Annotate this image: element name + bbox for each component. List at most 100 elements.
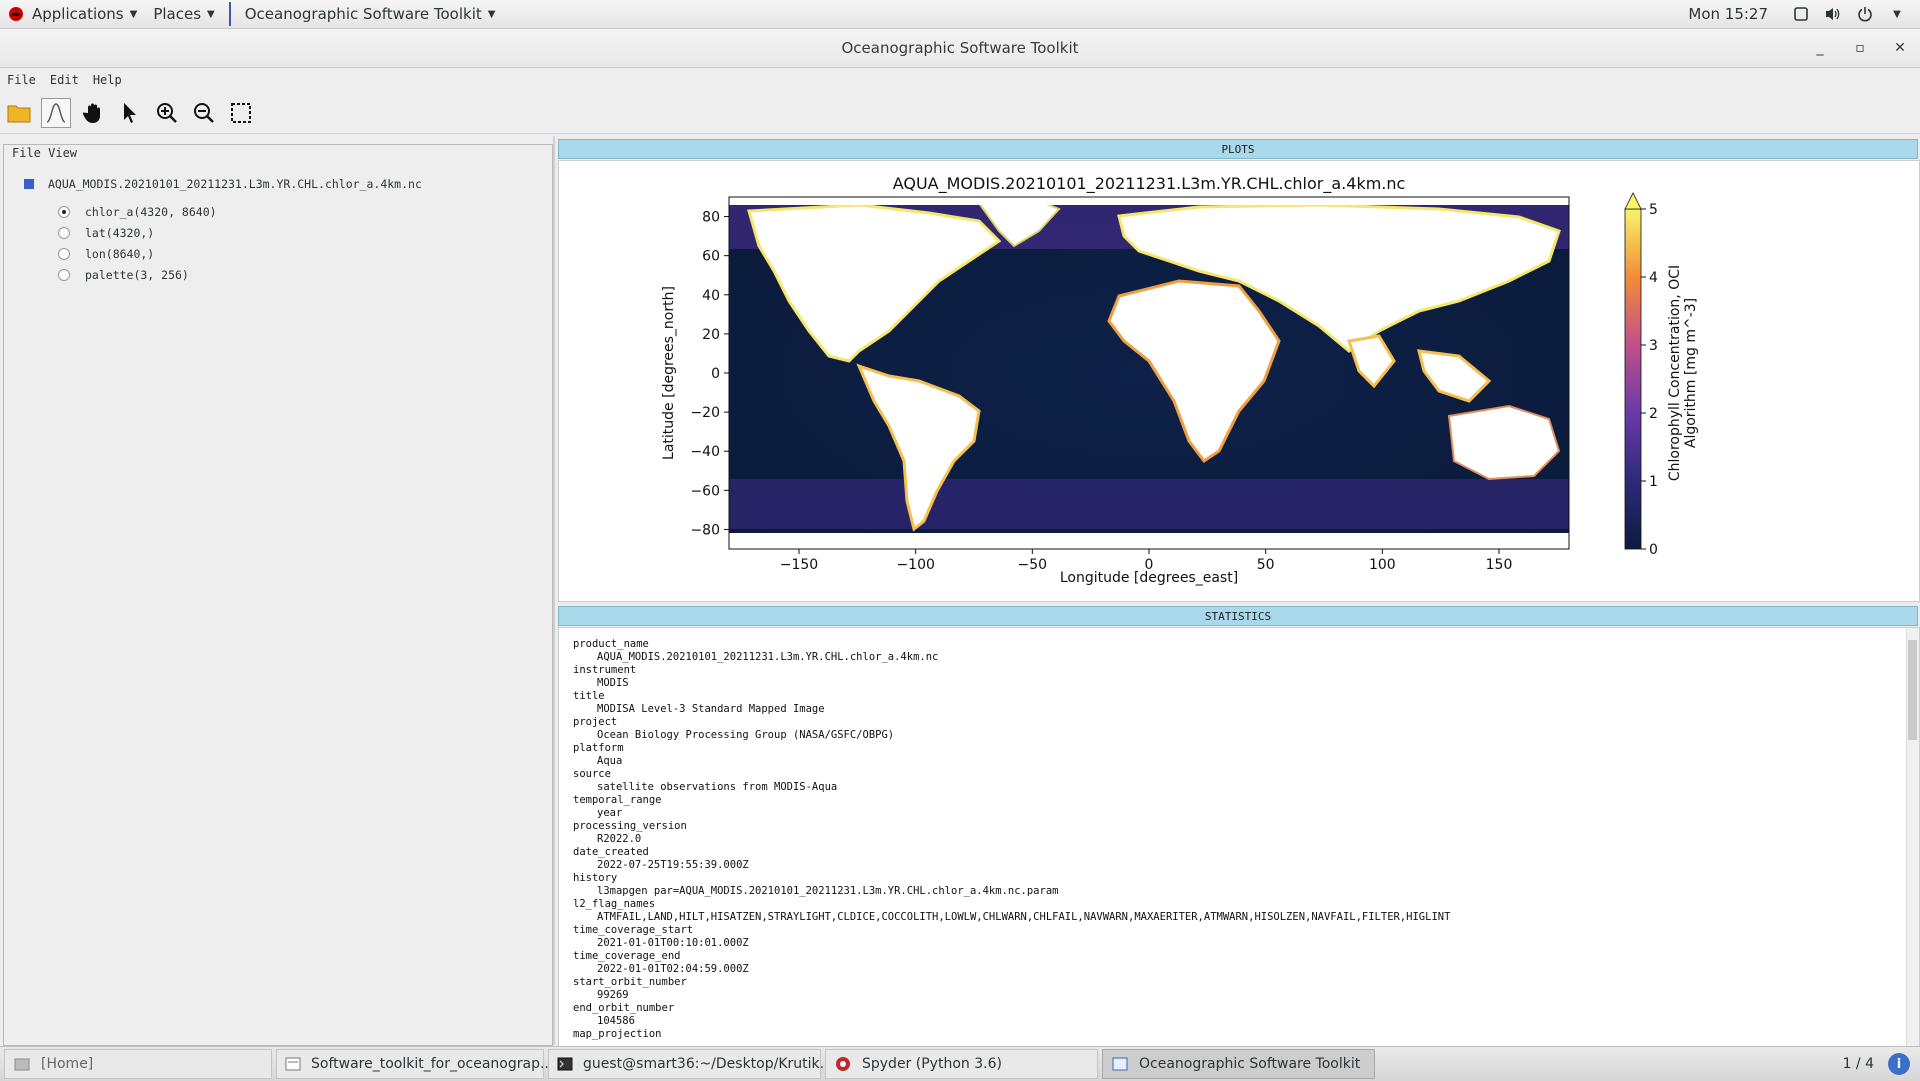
stat-key: map_projection xyxy=(573,1028,662,1040)
zoom-in-icon[interactable] xyxy=(152,98,182,128)
radio-button[interactable] xyxy=(58,227,70,239)
colorbar-ticks: 5 4 3 2 1 0 xyxy=(1641,202,1658,558)
workspace-pager[interactable]: 1 / 4 xyxy=(1843,1056,1874,1072)
y-tick-label: 80 xyxy=(702,210,720,226)
chlorophyll-map-plot[interactable]: AQUA_MODIS.20210101_20211231.L3m.YR.CHL.… xyxy=(559,161,1919,601)
stat-value: l3mapgen par=AQUA_MODIS.20210101_2021123… xyxy=(597,885,1059,897)
stat-value: MODISA Level-3 Standard Mapped Image xyxy=(597,703,825,715)
stat-value: 2022-07-25T19:55:39.000Z xyxy=(597,859,749,871)
variable-label: lon(8640,) xyxy=(85,247,155,261)
colorbar-tick-label: 5 xyxy=(1649,202,1658,218)
volume-icon[interactable] xyxy=(1824,5,1842,23)
y-axis-label: Latitude [degrees_north] xyxy=(661,286,677,460)
minimize-icon[interactable]: _ xyxy=(1812,40,1828,56)
zoom-out-icon[interactable] xyxy=(189,98,219,128)
stat-key: source xyxy=(573,768,611,780)
open-folder-icon[interactable] xyxy=(4,98,34,128)
chevron-down-icon[interactable]: ▼ xyxy=(1888,5,1906,23)
select-box-icon[interactable] xyxy=(226,98,256,128)
stat-key: end_orbit_number xyxy=(573,1002,675,1014)
file-view-panel: File View AQUA_MODIS.20210101_20211231.L… xyxy=(0,136,555,1046)
pan-hand-icon[interactable] xyxy=(78,98,108,128)
clock[interactable]: Mon 15:27 xyxy=(1688,5,1768,23)
app-menu[interactable]: Oceanographic Software Toolkit ▼ xyxy=(237,0,504,28)
menu-help[interactable]: Help xyxy=(86,73,129,87)
menu-edit[interactable]: Edit xyxy=(43,73,86,87)
scrollbar-thumb[interactable] xyxy=(1908,640,1917,740)
variable-item-lat[interactable]: lat(4320,) xyxy=(58,226,154,240)
variable-item-chlor-a[interactable]: chlor_a(4320, 8640) xyxy=(58,205,217,219)
terminal-icon xyxy=(557,1056,573,1072)
stat-key: processing_version xyxy=(573,820,687,832)
statistics-panel[interactable]: product_name AQUA_MODIS.20210101_20211231… xyxy=(558,627,1920,1047)
x-tick-label: 50 xyxy=(1257,557,1275,573)
stat-key: date_created xyxy=(573,846,649,858)
colorbar-tick-label: 0 xyxy=(1649,542,1658,558)
variable-label: lat(4320,) xyxy=(85,226,155,240)
radio-button[interactable] xyxy=(58,269,70,281)
task-terminal[interactable]: guest@smart36:~/Desktop/Krutik... xyxy=(548,1049,833,1079)
colorbar xyxy=(1624,208,1642,550)
stat-value: ATMFAIL,LAND,HILT,HISATZEN,STRAYLIGHT,CL… xyxy=(597,911,1451,923)
colorbar-tick-label: 1 xyxy=(1649,474,1658,490)
x-tick-label: −50 xyxy=(1018,557,1048,573)
info-icon[interactable]: i xyxy=(1888,1053,1910,1075)
variable-item-palette[interactable]: palette(3, 256) xyxy=(58,268,189,282)
colorbar-tick-label: 4 xyxy=(1649,270,1658,286)
x-tick-label: 150 xyxy=(1486,557,1513,573)
y-tick-label: 0 xyxy=(711,366,720,382)
pointer-icon[interactable] xyxy=(115,98,145,128)
menu-bar: File Edit Help xyxy=(0,68,1920,92)
chevron-down-icon: ▼ xyxy=(487,8,496,20)
task-label: Spyder (Python 3.6) xyxy=(862,1056,1002,1072)
task-oceanographic-toolkit[interactable]: Oceanographic Software Toolkit xyxy=(1102,1049,1375,1079)
colorbar-tick-label: 2 xyxy=(1649,406,1658,422)
toolbar xyxy=(0,93,1920,134)
y-axis-ticks: 80 60 40 20 0 −20 −40 −60 −80 xyxy=(690,210,729,538)
colorbar-label-line1: Chlorophyll Concentration, OCI xyxy=(1667,265,1683,481)
places-label: Places xyxy=(153,5,202,23)
stat-value: 99269 xyxy=(597,989,629,1001)
arctic-landmass xyxy=(729,197,1569,205)
curve-icon[interactable] xyxy=(41,98,71,128)
spyder-icon xyxy=(834,1056,852,1072)
screen-icon[interactable] xyxy=(1792,5,1810,23)
stat-key: instrument xyxy=(573,664,637,676)
power-icon[interactable] xyxy=(1856,5,1874,23)
file-node-icon xyxy=(24,179,34,189)
radio-button[interactable] xyxy=(58,206,70,218)
file-tree-node[interactable]: AQUA_MODIS.20210101_20211231.L3m.YR.CHL.… xyxy=(24,177,422,191)
window-title-bar[interactable]: Oceanographic Software Toolkit _ ▫ ✕ xyxy=(0,29,1920,68)
radio-button[interactable] xyxy=(58,248,70,260)
stat-value: 104586 xyxy=(597,1015,635,1027)
file-view-legend: File View xyxy=(10,146,80,160)
stat-key: time_coverage_end xyxy=(573,950,681,962)
stat-key: project xyxy=(573,716,618,728)
applications-label: Applications xyxy=(32,5,124,23)
stat-key: platform xyxy=(573,742,624,754)
stat-key: time_coverage_start xyxy=(573,924,694,936)
divider xyxy=(228,2,231,26)
task-spyder[interactable]: Spyder (Python 3.6) xyxy=(825,1049,1098,1079)
task-label: Oceanographic Software Toolkit xyxy=(1139,1056,1361,1072)
close-icon[interactable]: ✕ xyxy=(1892,40,1908,56)
stat-value: 2021-01-01T00:10:01.000Z xyxy=(597,937,749,949)
stat-value: Ocean Biology Processing Group (NASA/GSF… xyxy=(597,729,895,741)
y-tick-label: −20 xyxy=(690,405,720,421)
variable-item-lon[interactable]: lon(8640,) xyxy=(58,247,154,261)
menu-file[interactable]: File xyxy=(0,73,43,87)
task-document[interactable]: Software_toolkit_for_oceanograp... xyxy=(276,1049,553,1079)
gnome-top-bar: Applications ▼ Places ▼ Oceanographic So… xyxy=(0,0,1920,29)
stat-key: start_orbit_number xyxy=(573,976,687,988)
maximize-icon[interactable]: ▫ xyxy=(1852,40,1868,56)
stat-key: temporal_range xyxy=(573,794,662,806)
task-label: [Home] xyxy=(41,1056,94,1072)
southern-ocean-band xyxy=(729,479,1569,529)
applications-menu[interactable]: Applications ▼ xyxy=(0,0,145,28)
task-home[interactable]: [Home] xyxy=(4,1049,272,1079)
statistics-scrollbar[interactable] xyxy=(1906,628,1919,1046)
document-icon xyxy=(285,1056,301,1072)
x-axis-label: Longitude [degrees_east] xyxy=(1060,570,1238,586)
y-tick-label: 60 xyxy=(702,249,720,265)
places-menu[interactable]: Places ▼ xyxy=(145,0,222,28)
